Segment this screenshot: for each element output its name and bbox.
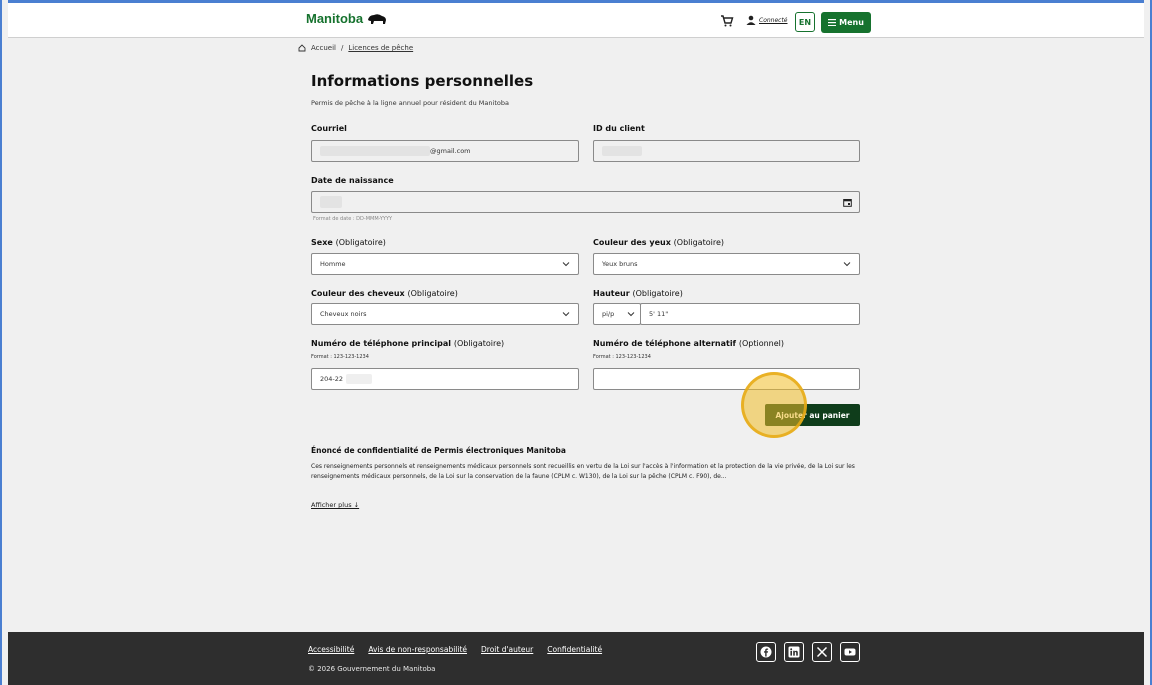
youtube-button[interactable] [840, 642, 860, 662]
height-unit-select[interactable]: pi/p [593, 303, 641, 325]
bison-icon [368, 13, 387, 24]
eye-color-label-text: Couleur des yeux [593, 238, 671, 247]
menu-label: Menu [839, 18, 864, 27]
chevron-down-icon [843, 262, 851, 267]
breadcrumb-current[interactable]: Licences de pêche [348, 44, 413, 52]
show-more-link[interactable]: Afficher plus ↓ [311, 501, 359, 509]
email-label: Courriel [311, 124, 347, 133]
click-highlight [741, 372, 807, 438]
cart-icon[interactable] [720, 14, 734, 28]
phone-main-value: 204-22 [320, 375, 344, 383]
footer-link-copyright[interactable]: Droit d'auteur [481, 645, 533, 654]
copyright-text: © 2026 Gouvernement du Manitoba [308, 665, 436, 673]
phone-alt-hint: Format : 123-123-1234 [593, 354, 651, 360]
language-button[interactable]: EN [795, 12, 815, 32]
connected-link[interactable]: Connecté [759, 17, 788, 24]
breadcrumb: Accueil / Licences de pêche [298, 44, 413, 52]
youtube-icon [844, 648, 856, 656]
linkedin-icon [788, 646, 800, 658]
sex-label-text: Sexe [311, 238, 333, 247]
chevron-down-icon [562, 312, 570, 317]
birth-date-label: Date de naissance [311, 176, 394, 185]
logo-text: Manitoba [306, 11, 364, 26]
sex-label: Sexe (Obligatoire) [311, 238, 386, 247]
page-title: Informations personnelles [311, 72, 534, 90]
eye-color-label: Couleur des yeux (Obligatoire) [593, 238, 724, 247]
birth-date-field[interactable] [311, 191, 860, 213]
site-header: Manitoba Connecté EN Menu [8, 0, 1144, 38]
redacted-client-id [602, 146, 642, 156]
page-subtitle: Permis de pêche à la ligne annuel pour r… [311, 99, 509, 107]
height-unit-value: pi/p [602, 310, 615, 318]
privacy-text: Ces renseignements personnels et renseig… [311, 463, 855, 480]
redacted-email [320, 146, 430, 156]
site-footer: Accessibilité Avis de non-responsabilité… [8, 632, 1144, 685]
breadcrumb-home[interactable]: Accueil [311, 44, 336, 52]
user-icon [746, 15, 756, 25]
footer-link-accessibility[interactable]: Accessibilité [308, 645, 354, 654]
eye-color-select[interactable]: Yeux bruns [593, 253, 860, 275]
chevron-down-icon [627, 312, 635, 317]
social-links [756, 642, 860, 662]
redacted-birth-date [320, 196, 342, 208]
main-content: Accueil / Licences de pêche Informations… [8, 38, 1144, 632]
client-id-field[interactable] [593, 140, 860, 162]
phone-main-required: (Obligatoire) [453, 339, 505, 348]
client-id-label: ID du client [593, 124, 645, 133]
user-menu[interactable]: Connecté [746, 15, 788, 25]
chevron-down-icon [562, 262, 570, 267]
menu-button[interactable]: Menu [821, 12, 871, 33]
height-value: 5' 11" [649, 310, 669, 318]
eye-color-value: Yeux bruns [602, 260, 638, 268]
footer-link-disclaimer[interactable]: Avis de non-responsabilité [368, 645, 467, 654]
phone-alt-label: Numéro de téléphone alternatif (Optionne… [593, 339, 784, 348]
height-label: Hauteur (Obligatoire) [593, 289, 683, 298]
birth-date-hint: Format de date : DD-MMM-YYYY [313, 216, 393, 222]
breadcrumb-separator: / [341, 44, 344, 52]
phone-main-label-text: Numéro de téléphone principal [311, 339, 452, 348]
phone-alt-label-text: Numéro de téléphone alternatif [593, 339, 737, 348]
sex-select[interactable]: Homme [311, 253, 579, 275]
facebook-icon [760, 646, 772, 658]
hair-color-required: (Obligatoire) [407, 289, 458, 298]
footer-link-privacy[interactable]: Confidentialité [547, 645, 602, 654]
height-required: (Obligatoire) [632, 289, 683, 298]
hair-color-label: Couleur des cheveux (Obligatoire) [311, 289, 458, 298]
redacted-phone [346, 374, 373, 384]
phone-main-input[interactable]: 204-22 [311, 368, 579, 390]
phone-main-hint: Format : 123-123-1234 [311, 354, 369, 360]
hair-color-select[interactable]: Cheveux noirs [311, 303, 579, 325]
x-button[interactable] [812, 642, 832, 662]
facebook-button[interactable] [756, 642, 776, 662]
footer-links: Accessibilité Avis de non-responsabilité… [308, 645, 602, 654]
sex-value: Homme [320, 260, 346, 268]
email-field[interactable]: @gmail.com [311, 140, 579, 162]
phone-alt-input[interactable] [593, 368, 860, 390]
sex-required: (Obligatoire) [335, 238, 386, 247]
phone-alt-optional: (Optionnel) [738, 339, 784, 348]
hair-color-value: Cheveux noirs [320, 310, 367, 318]
x-icon [816, 646, 828, 658]
height-label-text: Hauteur [593, 289, 630, 298]
eye-color-required: (Obligatoire) [673, 238, 724, 247]
calendar-icon[interactable] [843, 198, 852, 207]
email-value: @gmail.com [430, 147, 471, 155]
manitoba-logo[interactable]: Manitoba [306, 11, 388, 26]
privacy-title: Énoncé de confidentialité de Permis élec… [311, 446, 566, 455]
linkedin-button[interactable] [784, 642, 804, 662]
phone-main-label: Numéro de téléphone principal (Obligatoi… [311, 339, 504, 348]
height-input[interactable]: 5' 11" [640, 303, 860, 325]
hair-color-label-text: Couleur des cheveux [311, 289, 405, 298]
home-icon [298, 44, 306, 52]
hamburger-icon [828, 19, 837, 26]
